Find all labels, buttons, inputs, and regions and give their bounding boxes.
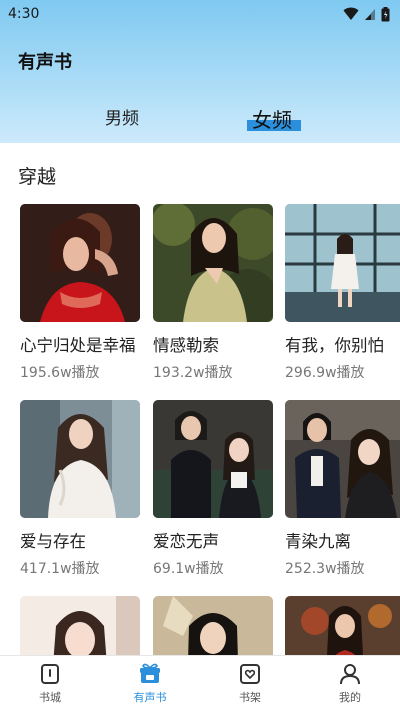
play-count: 195.6w播放 (20, 365, 100, 381)
book-cover (20, 400, 140, 518)
nav-bookshelf[interactable]: 书架 (220, 662, 280, 705)
book-card[interactable]: 心宁归处是幸福 195.6w播放 (20, 204, 140, 382)
book-cover (285, 400, 400, 518)
wifi-icon (343, 7, 359, 20)
book-card[interactable]: 爱与存在 417.1w播放 (20, 400, 140, 578)
profile-icon (340, 664, 360, 685)
tab-male[interactable]: 男频 (105, 104, 139, 129)
play-count: 69.1w播放 (153, 561, 224, 577)
nav-label: 有声书 (133, 691, 167, 704)
nav-label: 我的 (339, 691, 361, 704)
gift-icon (140, 663, 160, 683)
bookshelf-icon (240, 664, 260, 684)
book-cover (285, 204, 400, 322)
bookstore-icon (41, 664, 59, 684)
status-icons (343, 6, 390, 22)
signal-icon (365, 8, 375, 20)
book-title: 有我，你别怕 (285, 336, 384, 355)
book-title: 爱与存在 (20, 532, 86, 551)
category-tabs: 男频 女频 (0, 100, 400, 136)
book-cover (20, 204, 140, 322)
book-title: 爱恋无声 (153, 532, 219, 551)
page-title: 有声书 (18, 52, 72, 73)
nav-bookstore[interactable]: 书城 (20, 662, 80, 705)
book-title: 心宁归处是幸福 (20, 336, 136, 355)
book-title: 情感勒索 (153, 336, 219, 355)
play-count: 417.1w播放 (20, 561, 100, 577)
book-card[interactable]: 有我，你别怕 296.9w播放 (285, 204, 400, 382)
status-bar: 4:30 (0, 0, 400, 28)
book-card[interactable]: 爱恋无声 69.1w播放 (153, 400, 273, 578)
status-time: 4:30 (8, 6, 40, 22)
battery-icon (381, 6, 390, 21)
bottom-nav: 书城 有声书 书架 我的 (0, 655, 400, 711)
tab-female[interactable]: 女频 (252, 104, 292, 133)
nav-label: 书城 (39, 691, 61, 704)
play-count: 193.2w播放 (153, 365, 233, 381)
book-title: 青染九离 (285, 532, 351, 551)
book-card[interactable]: 情感勒索 193.2w播放 (153, 204, 273, 382)
play-count: 296.9w播放 (285, 365, 365, 381)
book-cover (153, 204, 273, 322)
nav-audiobook[interactable]: 有声书 (120, 662, 180, 705)
header: 4:30 有声书 男频 女频 (0, 0, 400, 143)
nav-label: 书架 (239, 691, 261, 704)
book-cover (153, 400, 273, 518)
book-card[interactable]: 青染九离 252.3w播放 (285, 400, 400, 578)
section-title: 穿越 (18, 166, 57, 188)
nav-profile[interactable]: 我的 (320, 662, 380, 705)
play-count: 252.3w播放 (285, 561, 365, 577)
